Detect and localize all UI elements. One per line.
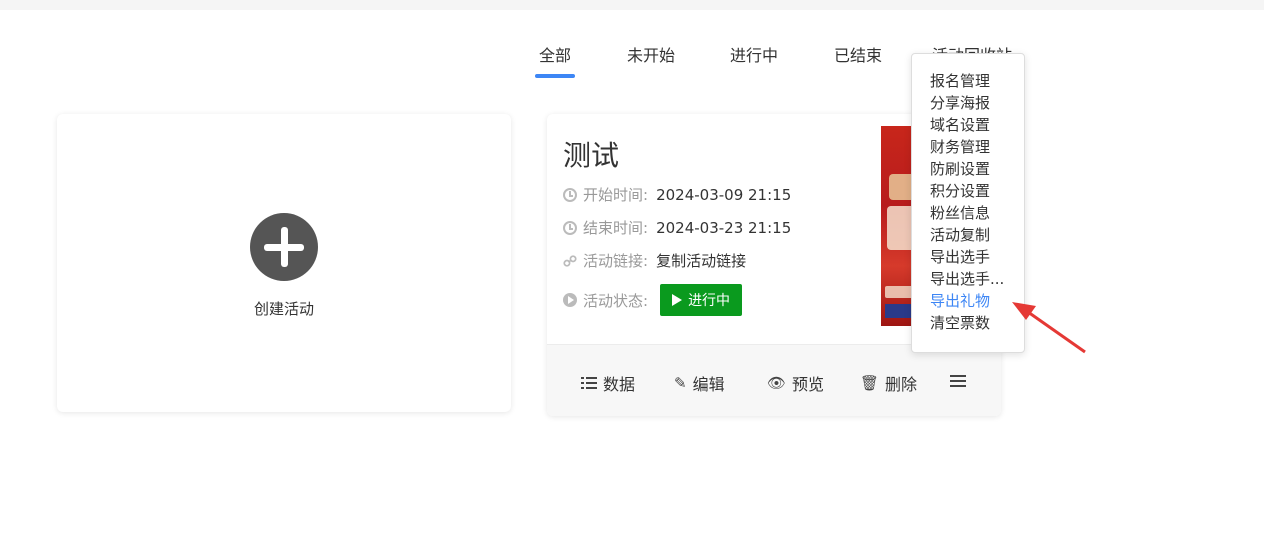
menu-item-share-poster[interactable]: 分享海报 (930, 92, 990, 114)
status-tabs: 全部 未开始 进行中 已结束 (0, 44, 1264, 84)
menu-item-copy-activity[interactable]: 活动复制 (930, 224, 990, 246)
link-row: 活动链接: 复制活动链接 (563, 250, 746, 271)
menu-item-clear-votes[interactable]: 清空票数 (930, 312, 990, 334)
edit-icon: ✎ (674, 374, 687, 392)
data-button[interactable]: 数据 (581, 371, 635, 395)
menu-item-export-contestants[interactable]: 导出选手 (930, 246, 990, 268)
delete-button-label: 删除 (885, 375, 918, 394)
menu-item-signup-management[interactable]: 报名管理 (930, 70, 990, 92)
tab-ended[interactable]: 已结束 (834, 44, 882, 68)
activity-title: 测试 (563, 139, 620, 172)
data-button-label: 数据 (603, 375, 636, 394)
menu-icon (950, 375, 966, 388)
create-activity-card[interactable]: 创建活动 (57, 114, 511, 412)
play-icon (672, 294, 683, 306)
create-activity-label: 创建活动 (253, 300, 314, 318)
clock-icon (563, 187, 577, 202)
start-time-label: 开始时间: (583, 186, 649, 204)
clock-icon (563, 220, 577, 235)
active-tab-indicator (535, 74, 575, 78)
list-icon (581, 377, 597, 389)
activity-card-footer: 数据 ✎ 编辑 👁 预览 🗑 删除 (547, 344, 1001, 416)
tab-in-progress[interactable]: 进行中 (730, 44, 778, 68)
menu-item-fans-info[interactable]: 粉丝信息 (930, 202, 990, 224)
menu-item-export-contestants-more[interactable]: 导出选手... (930, 268, 1004, 290)
preview-button-label: 预览 (792, 375, 825, 394)
eye-icon: 👁 (767, 374, 787, 392)
menu-item-points-settings[interactable]: 积分设置 (930, 180, 990, 202)
status-row: 活动状态: 进行中 (563, 284, 743, 316)
copy-link-button[interactable]: 复制活动链接 (656, 250, 746, 271)
status-text: 进行中 (688, 293, 731, 309)
start-time-row: 开始时间: 2024-03-09 21:15 (563, 184, 791, 205)
edit-button[interactable]: ✎ 编辑 (674, 371, 725, 395)
play-circle-icon (563, 293, 577, 307)
top-bar (0, 0, 1264, 10)
trash-icon: 🗑 (860, 374, 880, 392)
end-time-label: 结束时间: (583, 219, 649, 237)
menu-item-finance[interactable]: 财务管理 (930, 136, 990, 158)
more-menu-button[interactable] (950, 375, 966, 388)
status-badge[interactable]: 进行中 (660, 284, 743, 316)
preview-button[interactable]: 👁 预览 (767, 371, 824, 395)
menu-item-domain-settings[interactable]: 域名设置 (930, 114, 990, 136)
menu-item-export-gifts[interactable]: 导出礼物 (930, 290, 990, 312)
link-icon (563, 254, 577, 267)
tab-all[interactable]: 全部 (539, 44, 571, 68)
end-time-row: 结束时间: 2024-03-23 21:15 (563, 217, 791, 238)
link-label: 活动链接: (583, 252, 649, 270)
plus-circle-icon[interactable] (250, 213, 318, 281)
delete-button[interactable]: 🗑 删除 (860, 371, 917, 395)
status-label: 活动状态: (583, 291, 649, 310)
end-time-value: 2024-03-23 21:15 (656, 218, 792, 237)
menu-item-anti-fraud[interactable]: 防刷设置 (930, 158, 990, 180)
tab-not-started[interactable]: 未开始 (627, 44, 675, 68)
more-dropdown-menu: 报名管理 分享海报 域名设置 财务管理 防刷设置 积分设置 粉丝信息 活动复制 … (911, 53, 1025, 353)
start-time-value: 2024-03-09 21:15 (656, 185, 792, 204)
edit-button-label: 编辑 (692, 375, 725, 394)
